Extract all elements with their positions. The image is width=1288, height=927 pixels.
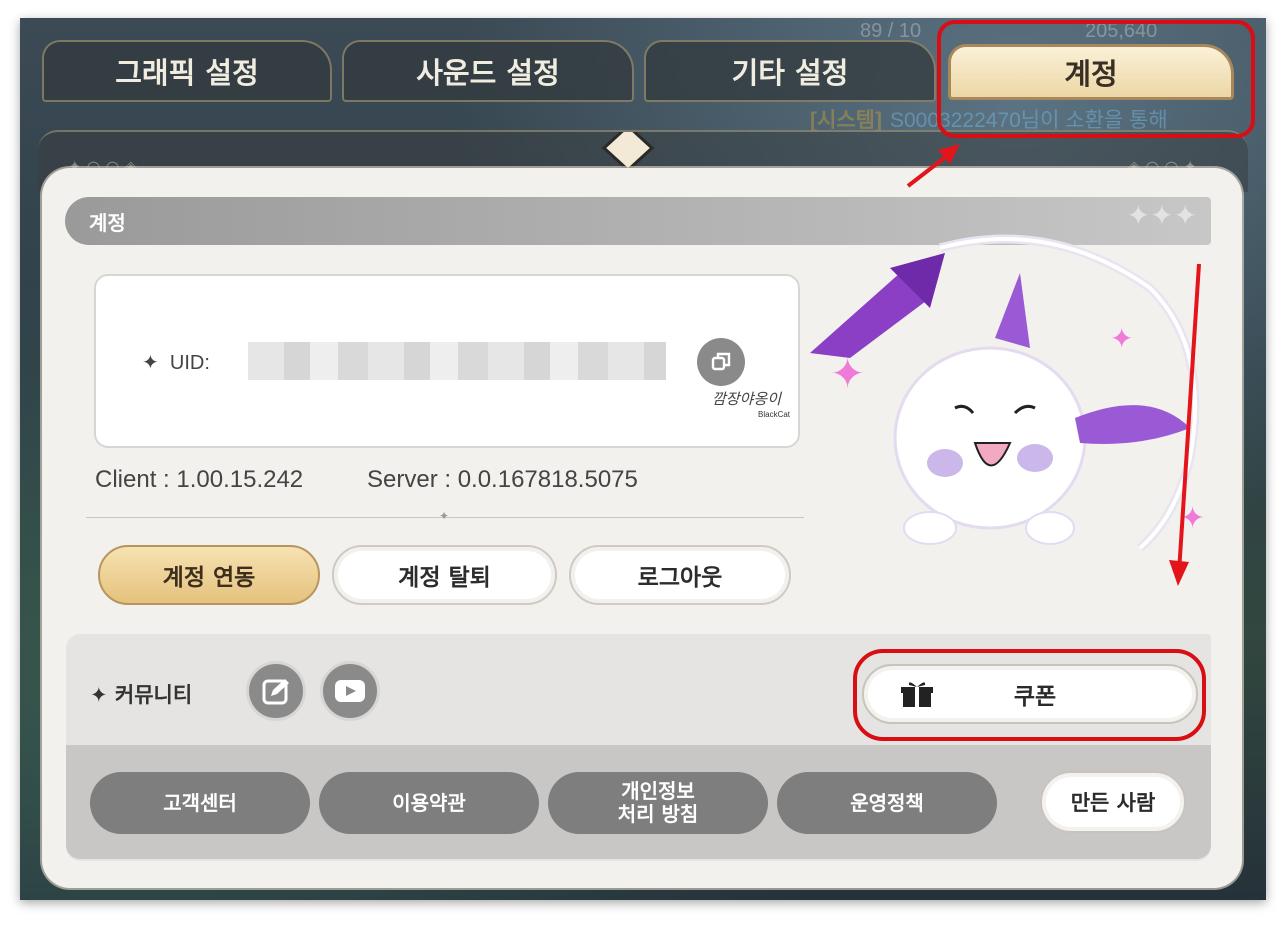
sparkle-icon: ✦ xyxy=(90,683,115,707)
tab-other[interactable]: 기타 설정 xyxy=(644,40,936,102)
arrow-to-coupon-icon xyxy=(1169,263,1201,586)
watermark-sub: BlackCat xyxy=(758,410,791,419)
client-version: Client : 1.00.15.242 xyxy=(95,466,304,493)
watermark: 깜장야옹이 xyxy=(712,390,782,408)
privacy-policy-button[interactable]: 개인정보 처리 방침 xyxy=(548,772,768,834)
operation-policy-button[interactable]: 운영정책 xyxy=(777,772,997,834)
community-board-button[interactable] xyxy=(246,661,306,721)
highlight-coupon-button xyxy=(853,649,1206,741)
credits-button[interactable]: 만든 사람 xyxy=(1040,771,1186,833)
uid-value-redacted xyxy=(248,342,666,380)
highlight-account-tab xyxy=(937,20,1255,138)
delete-account-button[interactable]: 계정 탈퇴 xyxy=(332,545,557,605)
copy-icon xyxy=(711,352,731,371)
tab-sound[interactable]: 사운드 설정 xyxy=(342,40,634,102)
terms-button[interactable]: 이용약관 xyxy=(319,772,539,834)
privacy-line2: 처리 방침 xyxy=(617,802,699,826)
uid-label: ✦ UID: xyxy=(142,350,210,375)
community-label: ✦ 커뮤니티 xyxy=(90,679,192,709)
customer-center-button[interactable]: 고객센터 xyxy=(90,772,310,834)
tab-graphics[interactable]: 그래픽 설정 xyxy=(42,40,332,102)
svg-text:✦: ✦ xyxy=(830,349,865,398)
server-version: Server : 0.0.167818.5075 xyxy=(367,466,638,493)
youtube-icon xyxy=(335,680,365,702)
community-label-text: 커뮤니티 xyxy=(114,683,193,707)
uid-label-text: UID: xyxy=(169,352,210,374)
copy-uid-button[interactable] xyxy=(697,338,745,386)
youtube-button[interactable] xyxy=(320,661,380,721)
svg-text:✦: ✦ xyxy=(1110,322,1133,355)
link-account-button[interactable]: 계정 연동 xyxy=(98,545,320,605)
sparkle-icon: ✦ xyxy=(142,352,170,374)
edit-note-icon xyxy=(262,679,289,705)
mascot-illustration: ✦ ✦ ✦ xyxy=(810,234,1205,552)
privacy-line1: 개인정보 xyxy=(621,779,695,803)
section-title-text: 계정 xyxy=(89,210,126,235)
logout-button[interactable]: 로그아웃 xyxy=(569,545,791,605)
arrow-to-tab-icon xyxy=(906,144,960,188)
divider-ornament-icon: ✦ xyxy=(439,509,450,523)
